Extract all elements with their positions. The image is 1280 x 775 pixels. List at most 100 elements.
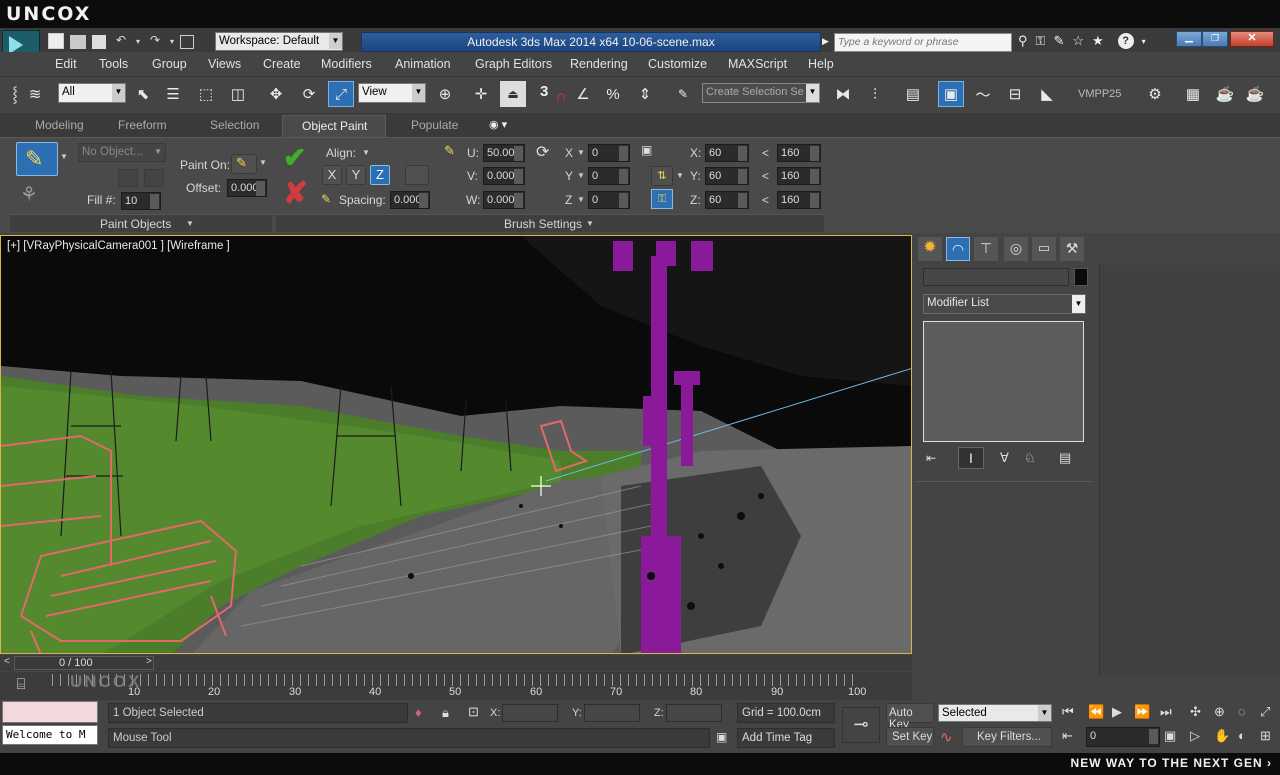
new-file-icon[interactable] (48, 33, 64, 49)
lock-selection-icon[interactable]: 🔒︎ (442, 705, 449, 721)
axis-y-button[interactable]: Y (346, 165, 366, 185)
paint-on-dropdown-icon[interactable]: ▼ (259, 158, 267, 167)
chevron-right-icon[interactable]: > (146, 656, 152, 667)
create-tab-icon[interactable]: ✹ (918, 237, 942, 261)
zoom-all-icon[interactable]: ⊕ (1214, 704, 1225, 720)
keyboard-shortcut-icon[interactable]: ⏏ (500, 81, 526, 107)
time-tag-icon[interactable]: ▣ (716, 730, 727, 744)
search-input[interactable]: Type a keyword or phrase (834, 33, 1012, 52)
pick-objects-icon[interactable] (118, 169, 138, 187)
rot-x-dropdown-icon[interactable]: ▼ (577, 148, 585, 157)
maximize-viewport-icon[interactable]: ⊞ (1260, 728, 1271, 744)
menu-rendering[interactable]: Rendering (570, 52, 628, 76)
add-time-tag-box[interactable]: Add Time Tag (737, 728, 835, 748)
mirror-icon[interactable]: ⧓ (830, 81, 856, 107)
auto-key-button[interactable]: Auto Key (886, 703, 934, 731)
tab-populate[interactable]: Populate (411, 118, 458, 132)
menu-animation[interactable]: Animation (395, 52, 451, 76)
undo-icon[interactable]: ↶ (112, 33, 130, 51)
remove-modifier-icon[interactable]: ♘ (1024, 450, 1036, 466)
hierarchy-tab-icon[interactable]: ⊤ (974, 237, 998, 261)
scale-x-input[interactable]: 60 (705, 144, 749, 162)
configure-sets-icon[interactable]: ▤ (1059, 450, 1071, 466)
tab-object-paint[interactable]: Object Paint (282, 115, 386, 137)
z-coord-field[interactable] (666, 704, 722, 722)
curve-editor-icon[interactable]: 〜 (970, 81, 996, 107)
help-button[interactable]: ? (1117, 33, 1134, 49)
rendered-frame-icon[interactable]: ▦ (1180, 81, 1206, 107)
project-folder-icon[interactable] (180, 35, 195, 49)
display-tab-icon[interactable]: ▭ (1032, 237, 1056, 261)
pin-stack-icon[interactable]: ⇤ (926, 451, 936, 465)
menu-views[interactable]: Views (208, 52, 241, 76)
render-iterative-icon[interactable]: ☕ (1242, 81, 1268, 107)
menu-group[interactable]: Group (152, 52, 187, 76)
maxscript-listener-top[interactable] (2, 701, 98, 723)
help-dropdown-icon[interactable]: ▾ (1142, 37, 1146, 51)
set-key-big-button[interactable]: ⊸ (842, 707, 880, 743)
flip-axis-icon[interactable] (405, 165, 429, 185)
window-crossing-icon[interactable]: ◫ (225, 81, 251, 107)
scale-x-max-input[interactable]: 160 (777, 144, 821, 162)
u-input[interactable]: 50.00 (483, 144, 525, 162)
object-name-field[interactable] (923, 268, 1069, 286)
move-icon[interactable]: ✥ (263, 81, 289, 107)
scale-z-max-input[interactable]: 160 (777, 191, 821, 209)
paint-brush-button[interactable]: ✎ (16, 142, 58, 176)
ribbon-options-icon[interactable]: ◉ ▾ (489, 118, 507, 131)
pan-icon[interactable]: ✋ (1214, 728, 1230, 744)
maxscript-listener[interactable]: Welcome to M (2, 725, 98, 745)
undo-dropdown-icon[interactable]: ▾ (136, 37, 140, 51)
scale-mode-button[interactable]: ⇅ (651, 166, 673, 186)
commit-check-icon[interactable]: ✔ (283, 141, 306, 174)
title-chevron-icon[interactable]: ▶ (822, 36, 829, 47)
modify-tab-icon[interactable]: ◠ (946, 237, 970, 261)
key-filters-button[interactable]: Key Filters... (962, 727, 1052, 747)
scene-explorer-icon[interactable]: ▣ (938, 81, 964, 107)
redo-icon[interactable]: ↷ (146, 33, 164, 51)
rect-selection-icon[interactable]: ⬚ (193, 81, 219, 107)
field-of-view-icon[interactable]: ▷ (1190, 728, 1200, 744)
axis-x-button[interactable]: X (322, 165, 342, 185)
scale-y-input[interactable]: 60 (705, 167, 749, 185)
object-color-swatch[interactable] (1074, 268, 1088, 286)
percent-snap-icon[interactable]: % (600, 81, 626, 107)
offset-transform-icon[interactable]: ✎ (444, 143, 455, 159)
spacing-input[interactable]: 0.000 (390, 191, 430, 209)
menu-graph-editors[interactable]: Graph Editors (475, 52, 552, 76)
lock-scale-button[interactable]: ⚿ (651, 189, 673, 209)
x-coord-field[interactable] (502, 704, 558, 722)
zoom-icon[interactable]: ✣ (1190, 704, 1201, 720)
edit-named-selection-icon[interactable]: ✎ (670, 81, 696, 107)
set-key-button[interactable]: Set Key (886, 727, 934, 747)
orbit-icon[interactable]: ◌ (1238, 704, 1246, 719)
previous-frame-icon[interactable]: ⏪ (1088, 704, 1104, 720)
key-tangent-icon[interactable]: ∿ (940, 728, 953, 746)
menu-tools[interactable]: Tools (99, 52, 128, 76)
scale-y-max-input[interactable]: 160 (777, 167, 821, 185)
rot-x-input[interactable]: 0 (588, 144, 630, 162)
tab-selection[interactable]: Selection (210, 118, 259, 132)
scale-brush-icon[interactable]: ▣ (641, 143, 652, 157)
walkthrough-icon[interactable]: ◐ (1238, 728, 1246, 743)
menu-edit[interactable]: Edit (55, 52, 77, 76)
restore-button[interactable]: ❐ (1202, 31, 1228, 47)
close-button[interactable]: ✕ (1230, 31, 1274, 47)
time-slider-thumb[interactable]: 0 / 100 (14, 656, 154, 670)
rot-z-dropdown-icon[interactable]: ▼ (577, 195, 585, 204)
time-config-icon[interactable]: ▣ (1164, 728, 1176, 744)
tab-modeling[interactable]: Modeling (35, 118, 84, 132)
layer-manager-icon[interactable]: ▤ (900, 81, 926, 107)
open-file-icon[interactable] (70, 35, 86, 49)
brush-settings-footer[interactable]: Brush Settings ▼ (276, 214, 824, 232)
motion-tab-icon[interactable]: ◎ (1004, 237, 1028, 261)
track-bar[interactable]: ⌸ 10 20 30 40 50 60 70 80 90 100 UNCOX (0, 672, 912, 700)
pivot-center-icon[interactable]: ⊕ (432, 81, 458, 107)
key-mode-dropdown[interactable]: Selected ▼ (938, 704, 1052, 722)
angle-snap-icon[interactable]: ∠ (570, 81, 596, 107)
save-file-icon[interactable] (92, 35, 106, 49)
render-production-icon[interactable]: ☕ (1212, 81, 1238, 107)
absolute-mode-icon[interactable]: ⊡ (468, 704, 479, 720)
material-editor-icon[interactable]: ◣ (1034, 81, 1060, 107)
scale-z-input[interactable]: 60 (705, 191, 749, 209)
